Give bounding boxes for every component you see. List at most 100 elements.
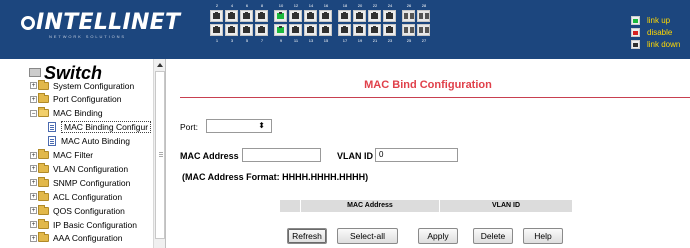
- sidebar-item-port-configuration[interactable]: + Port Configuration: [30, 93, 122, 106]
- port-10-icon[interactable]: [274, 10, 287, 22]
- sidebar-item-label: MAC Binding: [53, 108, 103, 119]
- sidebar-item-label: IP Basic Configuration: [53, 219, 137, 230]
- port-7-icon[interactable]: [255, 24, 268, 36]
- port-label: Port:: [180, 122, 198, 132]
- mac-address-input[interactable]: [242, 148, 321, 162]
- brand-logo: INTELLINET NETWORK SOLUTIONS: [21, 10, 180, 39]
- port-26-icon[interactable]: [402, 10, 415, 22]
- table-header-mac-address: MAC Address: [301, 200, 439, 212]
- expand-icon[interactable]: +: [30, 193, 37, 201]
- port-21-icon[interactable]: [368, 24, 381, 36]
- logo-ring-icon: [21, 16, 35, 30]
- port-20-icon[interactable]: [353, 10, 366, 22]
- port-number-label: 27: [421, 38, 427, 43]
- port-16-icon[interactable]: [319, 10, 332, 22]
- logo-text: INTELLINET: [36, 10, 181, 35]
- table-header-select: [280, 200, 300, 212]
- expand-icon[interactable]: +: [30, 95, 37, 103]
- port-8-icon[interactable]: [255, 10, 268, 22]
- expand-icon[interactable]: +: [30, 179, 37, 187]
- port-13-icon[interactable]: [304, 24, 317, 36]
- port-number-label: 20: [357, 3, 363, 8]
- sidebar-item-label: VLAN Configuration: [53, 163, 129, 174]
- port-select[interactable]: ⬍: [206, 119, 272, 133]
- sidebar-item-system-configuration[interactable]: + System Configuration: [30, 79, 134, 92]
- port-14-icon[interactable]: [304, 10, 317, 22]
- sidebar-item-snmp-configuration[interactable]: + SNMP Configuration: [30, 176, 130, 189]
- port-number-label: 3: [230, 38, 234, 43]
- port-panel: 2 1 4 3 6 5 8 7 10 9 12 11 14 13 16 15 18 17 20 19 22 21 24 23 2…: [210, 0, 440, 59]
- port-11-icon[interactable]: [289, 24, 302, 36]
- vlan-id-label: VLAN ID: [337, 151, 373, 161]
- port-5-icon[interactable]: [240, 24, 253, 36]
- port-18-icon[interactable]: [338, 10, 351, 22]
- port-12-icon[interactable]: [289, 10, 302, 22]
- port-9-icon[interactable]: [274, 24, 287, 36]
- port-3-icon[interactable]: [225, 24, 238, 36]
- link-up-icon: [631, 15, 640, 25]
- sidebar-item-mac-auto-binding[interactable]: MAC Auto Binding: [48, 135, 130, 148]
- port-number-label: 11: [293, 38, 299, 43]
- sidebar-scrollbar[interactable]: [153, 59, 165, 248]
- expand-icon[interactable]: +: [30, 221, 37, 228]
- port-number-label: 15: [323, 38, 329, 43]
- port-4-icon[interactable]: [225, 10, 238, 22]
- port-number-label: 17: [342, 38, 348, 43]
- port-25-icon[interactable]: [402, 24, 415, 36]
- port-24-icon[interactable]: [383, 10, 396, 22]
- sidebar-item-qos-configuration[interactable]: + QOS Configuration: [30, 204, 125, 217]
- page-icon: [48, 136, 56, 147]
- port-23-icon[interactable]: [383, 24, 396, 36]
- legend-label: link down: [647, 39, 681, 49]
- table-header-vlan-id: VLAN ID: [440, 200, 572, 212]
- sidebar-item-mac-binding-configur[interactable]: MAC Binding Configur: [48, 121, 152, 134]
- folder-icon: [38, 176, 49, 187]
- sidebar-item-mac-filter[interactable]: + MAC Filter: [30, 149, 93, 162]
- port-19-icon[interactable]: [353, 24, 366, 36]
- sidebar-item-aaa-configuration[interactable]: + AAA Configuration: [30, 232, 122, 245]
- port-28-icon[interactable]: [417, 10, 430, 22]
- port-number-label: 8: [260, 3, 264, 8]
- sidebar-item-mac-binding[interactable]: − MAC Binding: [30, 107, 103, 120]
- scroll-thumb[interactable]: [155, 71, 165, 239]
- port-number-label: 4: [230, 3, 234, 8]
- sidebar-item-acl-configuration[interactable]: + ACL Configuration: [30, 190, 122, 203]
- expand-icon[interactable]: +: [30, 151, 37, 159]
- help-button[interactable]: Help: [523, 228, 563, 244]
- port-number-label: 6: [245, 3, 249, 8]
- folder-icon: [38, 79, 49, 90]
- scroll-up-arrow-icon[interactable]: [155, 60, 165, 70]
- folder-icon: [38, 93, 49, 104]
- expand-icon[interactable]: +: [30, 165, 37, 173]
- port-15-icon[interactable]: [319, 24, 332, 36]
- port-number-label: 16: [323, 3, 329, 8]
- port-6-icon[interactable]: [240, 10, 253, 22]
- port-17-icon[interactable]: [338, 24, 351, 36]
- expand-icon[interactable]: +: [30, 82, 37, 89]
- apply-button[interactable]: Apply: [418, 228, 458, 244]
- sidebar-item-ip-basic-configuration[interactable]: + IP Basic Configuration: [30, 218, 137, 231]
- port-22-icon[interactable]: [368, 10, 381, 22]
- mac-address-label: MAC Address: [180, 151, 239, 161]
- refresh-button[interactable]: Refresh: [287, 228, 327, 244]
- legend-item-link-up: link up: [631, 14, 680, 26]
- port-2-icon[interactable]: [210, 10, 223, 22]
- port-number-label: 18: [342, 3, 348, 8]
- legend-item-disable: disable: [631, 26, 680, 38]
- folder-icon: [38, 204, 49, 215]
- port-number-label: 28: [421, 3, 427, 8]
- expand-icon[interactable]: +: [30, 207, 37, 215]
- sidebar-item-vlan-configuration[interactable]: + VLAN Configuration: [30, 162, 128, 175]
- expand-icon[interactable]: +: [30, 234, 37, 242]
- delete-button[interactable]: Delete: [473, 228, 513, 244]
- legend-label: disable: [647, 27, 673, 37]
- select-all-button[interactable]: Select-all: [337, 228, 398, 244]
- sidebar-item-label: AAA Configuration: [53, 233, 123, 244]
- port-27-icon[interactable]: [417, 24, 430, 36]
- port-number-label: 7: [260, 38, 264, 43]
- grip-icon: [159, 152, 163, 157]
- collapse-icon[interactable]: −: [30, 109, 37, 117]
- folder-icon: [38, 162, 49, 173]
- port-1-icon[interactable]: [210, 24, 223, 36]
- vlan-id-input[interactable]: 0: [375, 148, 458, 162]
